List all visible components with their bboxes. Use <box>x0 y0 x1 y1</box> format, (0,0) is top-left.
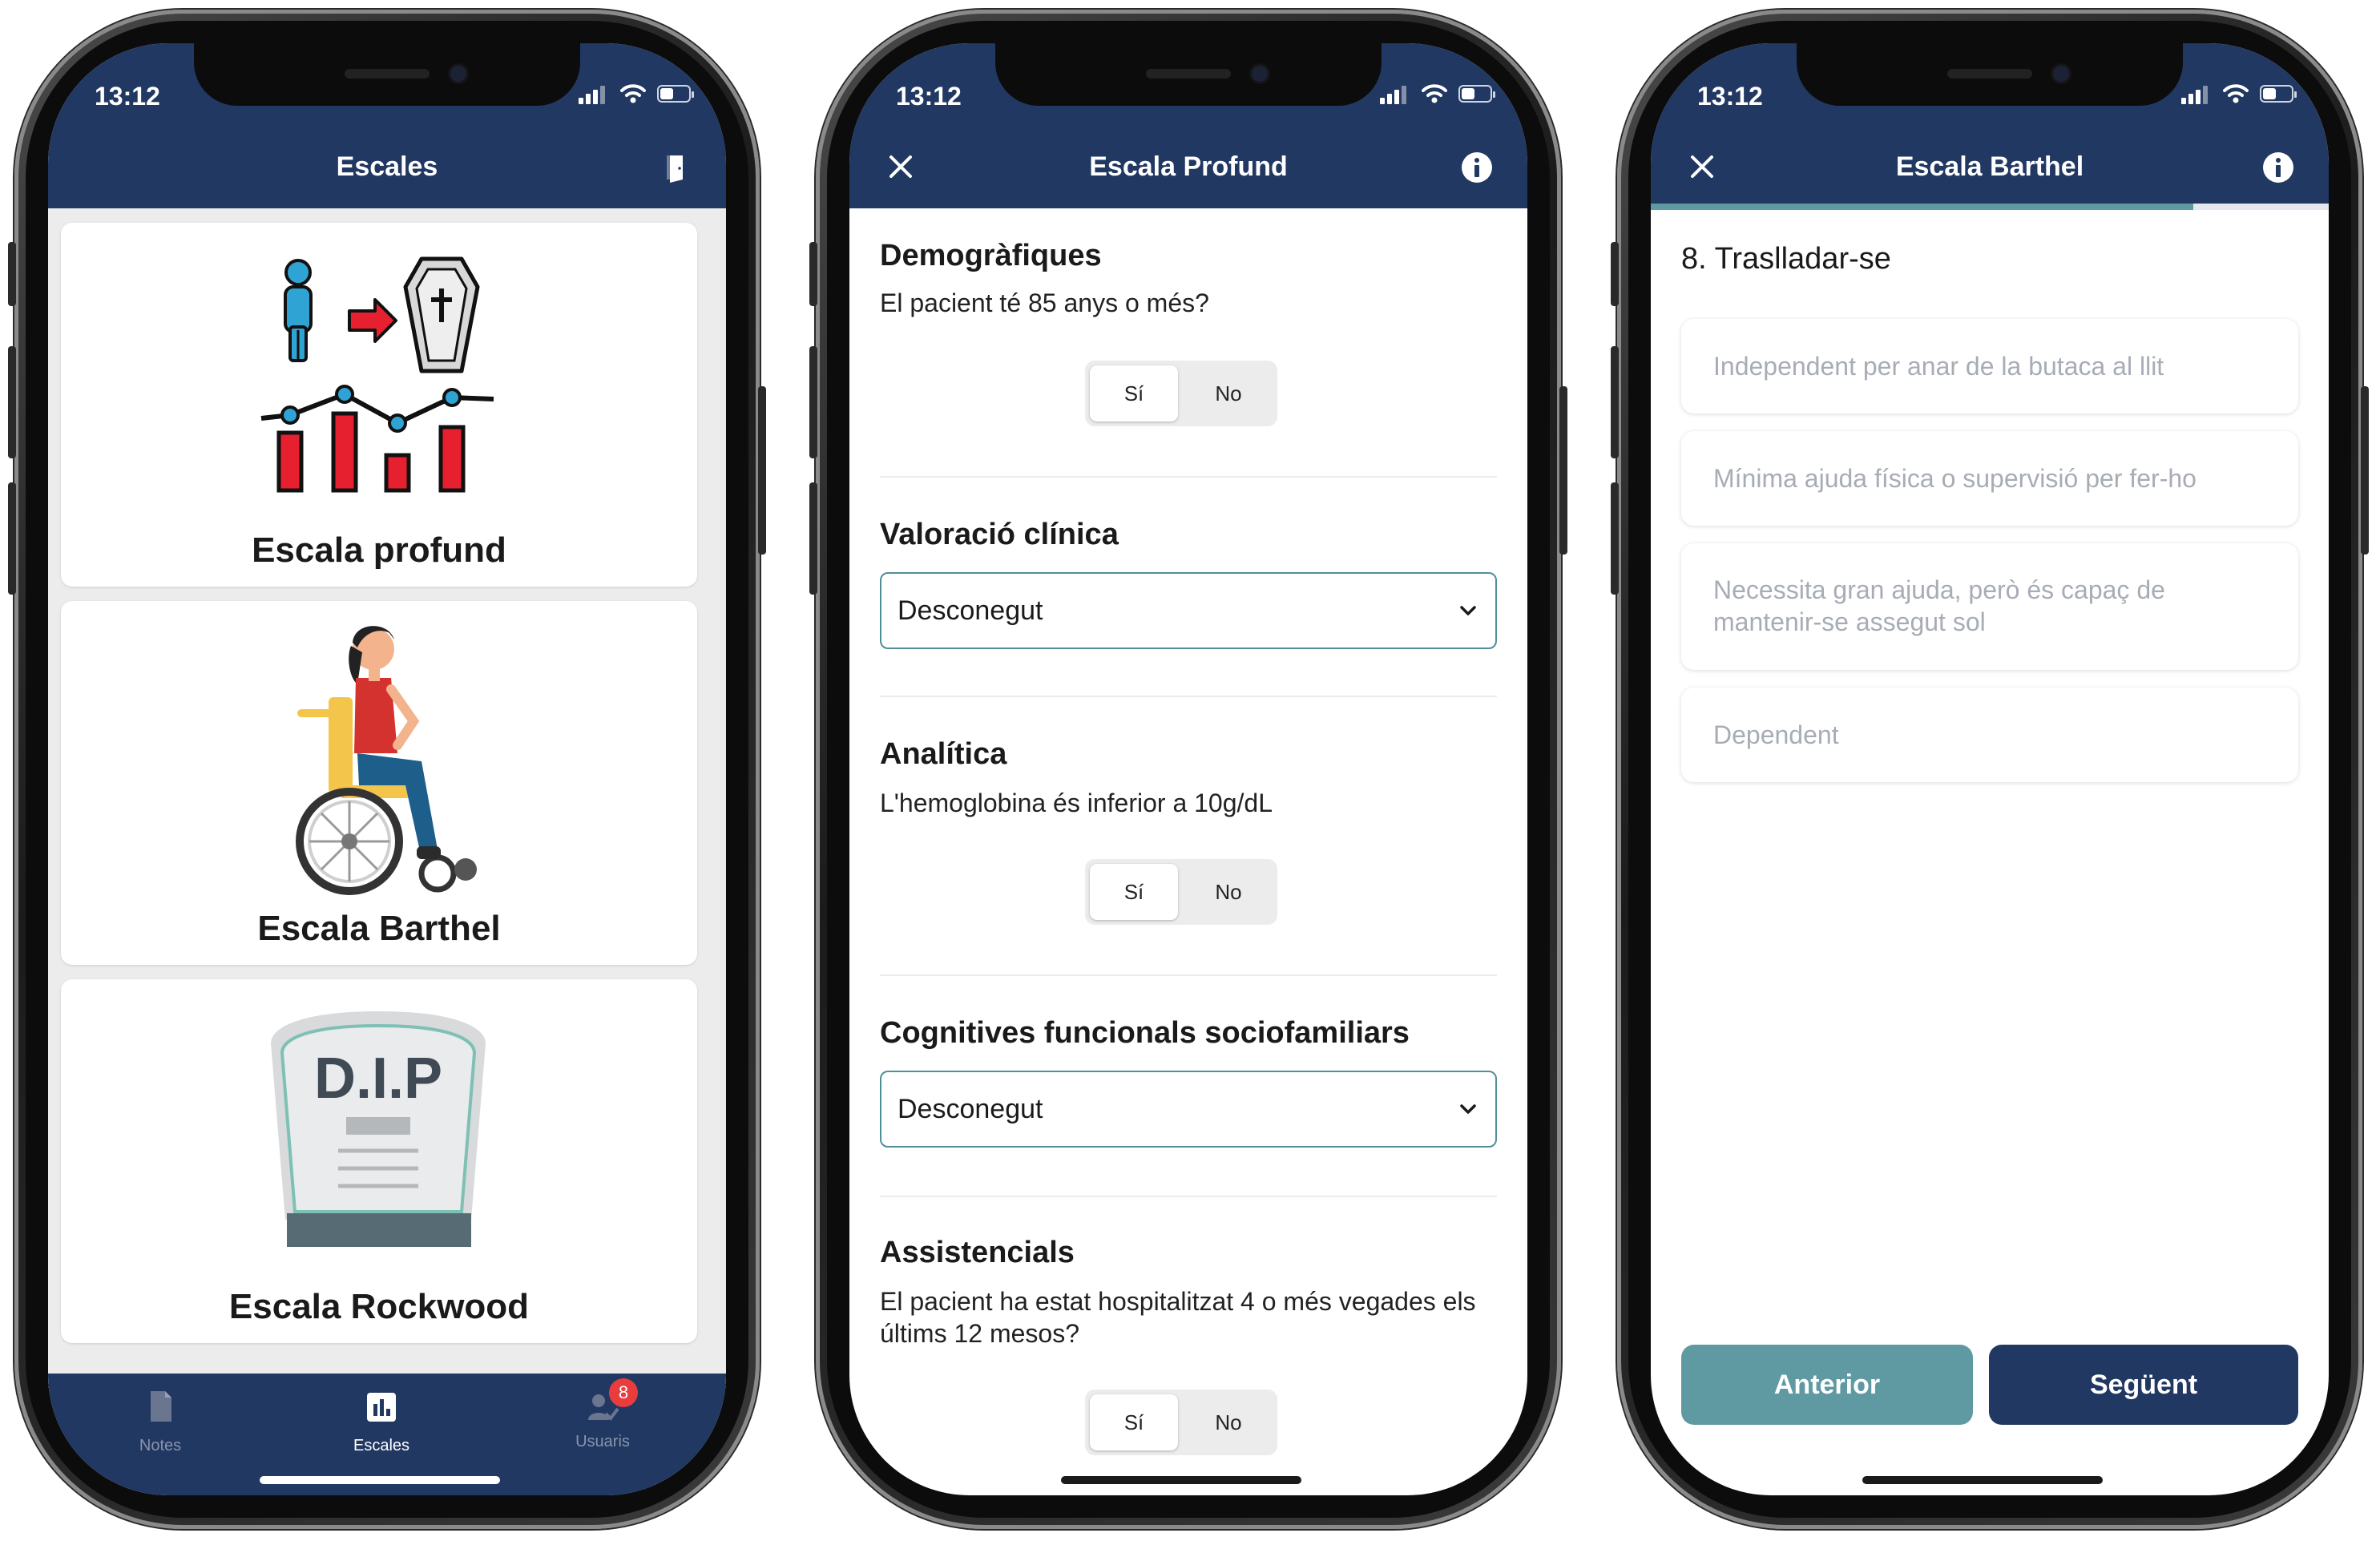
yes-option[interactable]: Sí <box>1090 864 1178 920</box>
signal-icon <box>2181 85 2210 104</box>
document-icon <box>151 1391 171 1422</box>
wifi-icon <box>2223 84 2249 103</box>
clinical-assessment-select[interactable]: Desconegut <box>880 572 1497 649</box>
question-text: El pacient té 85 anys o més? <box>880 288 1209 317</box>
screen-escala-barthel: 13:12 Escala Barthel 8. Traslladar-se In… <box>1651 43 2329 1495</box>
question-title: 8. Traslladar-se <box>1681 242 1891 276</box>
screen-escala-profund: 13:12 Escala Profund Demogràfiques El pa… <box>849 43 1527 1495</box>
yes-no-toggle: Sí No <box>1085 361 1277 426</box>
tab-label: Notes <box>139 1437 182 1454</box>
deterioration-chart-illustration <box>260 256 494 493</box>
answer-option[interactable]: Independent per anar de la butaca al lli… <box>1681 319 2298 413</box>
wheelchair-woman-illustration <box>296 626 477 895</box>
bar-chart-icon <box>367 1393 396 1422</box>
select-value: Desconegut <box>898 1094 1043 1124</box>
tab-label: Usuaris <box>575 1433 630 1450</box>
phone-frame-escala-profund: 13:12 Escala Profund Demogràfiques El pa… <box>809 10 1567 1529</box>
tombstone-text: D.I.P <box>314 1047 442 1111</box>
divider <box>880 974 1497 976</box>
exit-door-icon[interactable] <box>659 151 692 184</box>
status-time: 13:12 <box>896 82 962 111</box>
battery-icon <box>657 85 694 103</box>
divider <box>880 476 1497 478</box>
notification-badge: 8 <box>609 1378 638 1407</box>
page-title: Escala Profund <box>1089 151 1288 182</box>
section-title: Cognitives funcionals sociofamiliars <box>880 1016 1410 1050</box>
cognitive-functional-select[interactable]: Desconegut <box>880 1071 1497 1148</box>
question-text: El pacient ha estat hospitalitzat 4 o mé… <box>880 1287 1476 1348</box>
tombstone-illustration: D.I.P <box>271 1011 486 1247</box>
divider <box>880 1196 1497 1197</box>
profund-form: Demogràfiques El pacient té 85 anys o mé… <box>880 208 1497 1495</box>
card-escala-barthel[interactable]: Escala Barthel <box>61 601 697 965</box>
tab-usuaris[interactable]: 8 Usuaris <box>522 1378 683 1451</box>
next-button[interactable]: Següent <box>1989 1345 2298 1425</box>
yes-no-toggle: Sí No <box>1085 859 1277 925</box>
section-title: Demogràfiques <box>880 239 1102 272</box>
battery-icon <box>2260 85 2297 103</box>
chevron-down-icon <box>1460 606 1476 615</box>
section-title: Valoració clínica <box>880 518 1119 551</box>
info-icon[interactable] <box>1460 151 1494 184</box>
signal-icon <box>579 85 607 104</box>
yes-no-toggle: Sí No <box>1085 1390 1277 1455</box>
answer-option[interactable]: Dependent <box>1681 688 2298 782</box>
select-value: Desconegut <box>898 595 1043 626</box>
yes-option[interactable]: Sí <box>1090 1394 1178 1450</box>
tab-notes[interactable]: Notes <box>80 1390 240 1455</box>
card-escala-profund[interactable]: Escala profund <box>61 223 697 587</box>
card-label: Escala profund <box>252 530 506 570</box>
info-icon[interactable] <box>2261 151 2295 184</box>
notch <box>1797 43 2183 106</box>
section-title: Analítica <box>880 737 1007 771</box>
status-time: 13:12 <box>95 82 160 111</box>
home-indicator[interactable] <box>1862 1476 2103 1484</box>
card-label: Escala Rockwood <box>228 1287 530 1326</box>
card-escala-rockwood[interactable]: D.I.P Escala Rockwood <box>61 979 697 1343</box>
wifi-icon <box>1422 84 1447 103</box>
home-indicator[interactable] <box>260 1476 500 1484</box>
section-title: Assistencials <box>880 1236 1075 1269</box>
tab-bar: Notes Escales 8 Usuaris <box>48 1374 726 1495</box>
battery-icon <box>1458 85 1495 103</box>
divider <box>880 696 1497 697</box>
wifi-icon <box>620 84 646 103</box>
yes-option[interactable]: Sí <box>1090 365 1178 422</box>
tab-label: Escales <box>353 1437 410 1454</box>
page-title: Escala Barthel <box>1895 151 2084 182</box>
scales-list: Escala profund Escala Barthel D.I.P Esca… <box>48 208 726 1388</box>
screen-escales: 13:12 Escales Escala profund Escala Bart… <box>48 43 726 1495</box>
previous-button[interactable]: Anterior <box>1681 1345 1973 1425</box>
status-time: 13:12 <box>1697 82 1763 111</box>
phone-frame-escales: 13:12 Escales Escala profund Escala Bart… <box>8 10 766 1529</box>
card-label: Escala Barthel <box>257 909 501 948</box>
tab-escales[interactable]: Escales <box>301 1390 462 1455</box>
progress-bar <box>1651 204 2329 210</box>
notch <box>194 43 580 106</box>
answer-option[interactable]: Mínima ajuda física o supervisió per fer… <box>1681 431 2298 526</box>
no-option[interactable]: No <box>1184 864 1273 920</box>
page-title: Escales <box>336 151 438 182</box>
home-indicator[interactable] <box>1061 1476 1301 1484</box>
notch <box>995 43 1382 106</box>
progress-fill <box>1651 204 2193 210</box>
question-text: L'hemoglobina és inferior a 10g/dL <box>880 789 1273 817</box>
answer-option[interactable]: Necessita gran ajuda, però és capaç de m… <box>1681 543 2298 670</box>
status-icons <box>1380 83 1500 106</box>
status-icons <box>579 83 699 106</box>
chevron-down-icon <box>1460 1104 1476 1114</box>
status-icons <box>2181 83 2301 106</box>
signal-icon <box>1380 85 1409 104</box>
phone-frame-escala-barthel: 13:12 Escala Barthel 8. Traslladar-se In… <box>1611 10 2369 1529</box>
no-option[interactable]: No <box>1184 365 1273 422</box>
no-option[interactable]: No <box>1184 1394 1273 1450</box>
